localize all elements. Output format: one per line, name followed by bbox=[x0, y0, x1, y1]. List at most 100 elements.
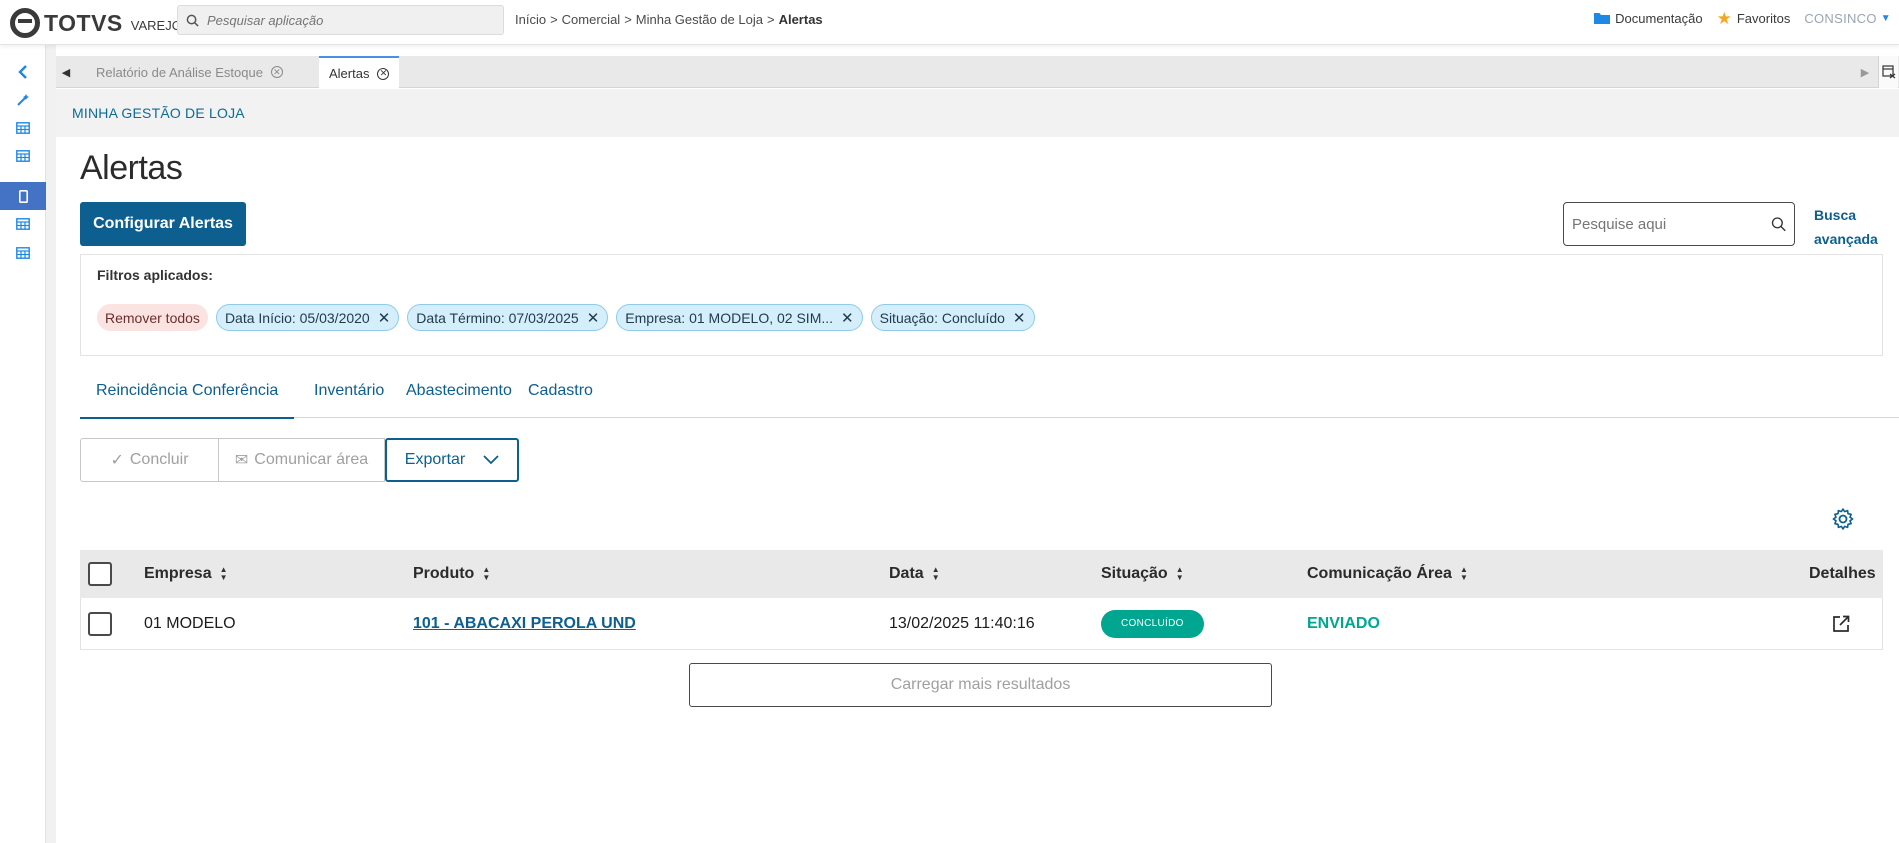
filter-chip-start-date: Data Início: 05/03/2020 ✕ bbox=[215, 304, 400, 331]
external-link-icon[interactable] bbox=[1831, 614, 1851, 634]
window-tab-alertas[interactable]: Alertas ✕ bbox=[319, 56, 400, 89]
totvs-logo-icon bbox=[10, 8, 40, 38]
cell-comunicacao: ENVIADO bbox=[1307, 614, 1380, 632]
sidebar-item-grid-3[interactable] bbox=[0, 210, 46, 238]
sidebar-item-tools[interactable] bbox=[0, 86, 46, 114]
breadcrumb-separator: > bbox=[624, 12, 632, 27]
left-sidebar bbox=[0, 45, 46, 843]
window-tab-label: Alertas bbox=[329, 66, 370, 81]
row-checkbox[interactable] bbox=[88, 611, 112, 636]
status-badge: CONCLUÍDO bbox=[1101, 609, 1204, 638]
table-icon bbox=[16, 247, 30, 259]
conclude-button[interactable]: ✓ Concluir bbox=[80, 438, 219, 482]
chevron-down-icon bbox=[483, 455, 499, 465]
close-icon[interactable]: ✕ bbox=[1013, 309, 1026, 327]
window-tabs: ◀ Relatório de Análise Estoque ✕ Alertas… bbox=[56, 56, 1899, 89]
tab-inventario[interactable]: Inventário bbox=[298, 364, 400, 418]
tab-cadastro[interactable]: Cadastro bbox=[512, 364, 609, 418]
window-tab-label: Relatório de Análise Estoque bbox=[96, 64, 263, 80]
folder-icon bbox=[1594, 13, 1611, 24]
page-search-input[interactable] bbox=[1572, 215, 1771, 233]
sidebar-item-mobile[interactable] bbox=[0, 182, 46, 210]
sidebar-item-grid-2[interactable] bbox=[0, 142, 46, 170]
configure-alerts-button[interactable]: Configurar Alertas bbox=[80, 202, 246, 246]
page-header-band: MINHA GESTÃO DE LOJA bbox=[56, 89, 1899, 137]
sidebar-collapse-button[interactable] bbox=[0, 58, 46, 86]
sort-icon: ▲ ▼ bbox=[1459, 565, 1468, 582]
sidebar-item-grid-1[interactable] bbox=[0, 114, 46, 142]
close-icon[interactable]: ✕ bbox=[378, 309, 391, 327]
close-icon[interactable]: ✕ bbox=[270, 66, 283, 78]
cell-situacao: CONCLUÍDO bbox=[1101, 598, 1204, 649]
tabs-scroll-left[interactable]: ◀ bbox=[56, 56, 76, 88]
select-all-checkbox[interactable] bbox=[88, 562, 112, 586]
sidebar-item-grid-4[interactable] bbox=[0, 239, 46, 267]
close-all-tabs-button[interactable] bbox=[1878, 56, 1898, 88]
export-label: Exportar bbox=[404, 451, 466, 468]
top-bar: TOTVS VAREJO Início > Comercial > Minha … bbox=[0, 0, 1899, 45]
chip-label: Data Início: 05/03/2020 bbox=[224, 309, 370, 326]
breadcrumb-separator: > bbox=[550, 12, 558, 27]
user-menu[interactable]: CONSINCO ▼ bbox=[1804, 11, 1891, 26]
communicate-area-button[interactable]: ✉ Comunicar área bbox=[219, 438, 385, 482]
tab-abastecimento[interactable]: Abastecimento bbox=[390, 364, 528, 418]
cell-data: 13/02/2025 11:40:16 bbox=[889, 614, 1035, 632]
remove-all-filters-chip[interactable]: Remover todos bbox=[97, 304, 208, 331]
close-icon[interactable]: ✕ bbox=[841, 309, 854, 327]
breadcrumb-minha-gestao[interactable]: Minha Gestão de Loja bbox=[636, 12, 763, 27]
product-link[interactable]: 101 - ABACAXI PEROLA UND bbox=[413, 615, 636, 633]
favorites-link[interactable]: ★ Favoritos bbox=[1716, 8, 1791, 28]
brand-name: TOTVS bbox=[44, 9, 123, 36]
totvs-logo[interactable]: TOTVS VAREJO bbox=[10, 8, 182, 38]
filters-label: Filtros aplicados: bbox=[97, 267, 213, 283]
breadcrumb-inicio[interactable]: Início bbox=[515, 12, 546, 27]
top-right-menu: Documentação ★ Favoritos CONSINCO ▼ bbox=[1594, 8, 1891, 28]
cell-empresa: 01 MODELO bbox=[144, 614, 236, 632]
advanced-search-line1: Busca bbox=[1814, 207, 1857, 223]
row-select-cell bbox=[88, 598, 112, 649]
gear-icon bbox=[1832, 508, 1854, 530]
column-label: Empresa bbox=[144, 565, 212, 582]
alerts-table: Empresa ▲ ▼ Produto ▲ ▼ Data ▲ ▼ Situação ▲… bbox=[80, 550, 1883, 650]
load-more-button[interactable]: Carregar mais resultados bbox=[689, 663, 1272, 707]
app-search[interactable] bbox=[177, 5, 504, 35]
column-empresa[interactable]: Empresa ▲ ▼ bbox=[144, 550, 228, 598]
filter-chips: Remover todos Data Início: 05/03/2020 ✕ … bbox=[97, 304, 1035, 331]
chip-label: Situação: Concluído bbox=[879, 309, 1005, 326]
tabs-scroll-right[interactable]: ▶ bbox=[1855, 56, 1875, 88]
chevron-left-icon bbox=[18, 65, 27, 79]
app-search-input[interactable] bbox=[207, 12, 487, 28]
table-icon bbox=[16, 150, 30, 162]
sort-icon: ▲ ▼ bbox=[1175, 565, 1184, 582]
table-icon bbox=[16, 218, 30, 230]
search-icon[interactable] bbox=[1771, 214, 1786, 234]
wand-icon bbox=[17, 94, 29, 106]
column-label: Data bbox=[889, 565, 924, 582]
table-header: Empresa ▲ ▼ Produto ▲ ▼ Data ▲ ▼ Situação ▲… bbox=[80, 550, 1883, 598]
export-button[interactable]: Exportar bbox=[385, 438, 519, 482]
close-icon[interactable]: ✕ bbox=[377, 67, 390, 80]
star-icon: ★ bbox=[1716, 8, 1732, 28]
sort-icon: ▲ ▼ bbox=[931, 565, 940, 582]
table-settings-button[interactable] bbox=[1831, 507, 1855, 536]
documentation-link[interactable]: Documentação bbox=[1594, 11, 1703, 26]
breadcrumb: Início > Comercial > Minha Gestão de Loj… bbox=[515, 12, 823, 27]
table-icon bbox=[16, 122, 30, 134]
close-icon[interactable]: ✕ bbox=[587, 309, 600, 327]
cell-detalhes bbox=[1831, 598, 1851, 649]
column-produto[interactable]: Produto ▲ ▼ bbox=[413, 550, 490, 598]
tab-reincidencia-conferencia[interactable]: Reincidência Conferência bbox=[80, 364, 295, 419]
page-search[interactable] bbox=[1563, 202, 1795, 246]
window-tab-relatorio[interactable]: Relatório de Análise Estoque ✕ bbox=[86, 56, 293, 88]
column-situacao[interactable]: Situação ▲ ▼ bbox=[1101, 550, 1184, 598]
column-data[interactable]: Data ▲ ▼ bbox=[889, 550, 940, 598]
communicate-label: Comunicar área bbox=[254, 451, 369, 468]
breadcrumb-current: Alertas bbox=[778, 12, 823, 27]
breadcrumb-comercial[interactable]: Comercial bbox=[562, 12, 621, 27]
column-comunicacao-area[interactable]: Comunicação Área ▲ ▼ bbox=[1307, 550, 1468, 598]
content-tabs: Reincidência Conferência Inventário Abas… bbox=[80, 364, 1899, 419]
advanced-search-link[interactable]: Busca avançada bbox=[1814, 203, 1886, 251]
cell-produto: 101 - ABACAXI PEROLA UND bbox=[413, 598, 636, 649]
documentation-label: Documentação bbox=[1615, 11, 1703, 26]
sort-icon: ▲ ▼ bbox=[482, 565, 491, 582]
